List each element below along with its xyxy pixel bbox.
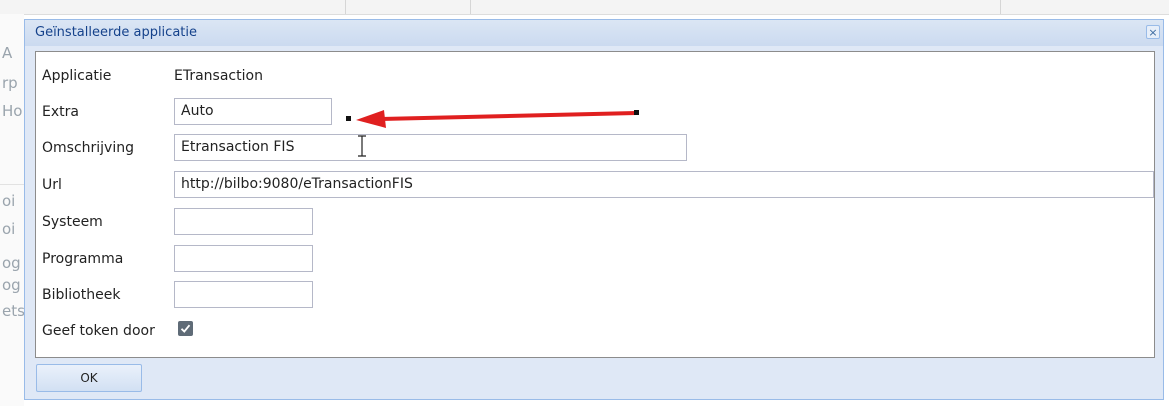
background-text-fragment: Ho [2,102,23,120]
url-label: Url [42,177,62,193]
applicatie-value: ETransaction [174,68,263,84]
form-row-applicatie: Applicatie ETransaction [36,62,1154,92]
systeem-label: Systeem [42,214,103,230]
geef-token-label: Geef token door [42,323,155,339]
form-row-systeem: Systeem [36,208,1154,238]
form-panel: Applicatie ETransaction Extra Auto Omsch… [35,51,1155,358]
background-text-fragment: rp [2,74,18,92]
extra-label: Extra [42,104,79,120]
bibliotheek-label: Bibliotheek [42,287,121,303]
systeem-input[interactable] [174,208,313,235]
ok-button[interactable]: OK [36,364,142,392]
red-arrow-icon [346,110,639,128]
background-text-fragment: og [2,254,21,272]
background-toolbar [0,0,1169,15]
form-row-geef-token: Geef token door [36,317,1154,347]
checkmark-icon [180,324,191,333]
close-icon: × [1148,26,1158,39]
url-input[interactable]: http://bilbo:9080/eTransactionFIS [174,171,1154,198]
programma-input[interactable] [174,245,313,272]
omschrijving-label: Omschrijving [42,140,134,156]
dialog-titlebar[interactable]: Geïnstalleerde applicatie × [25,20,1163,46]
text-cursor-icon [358,135,366,157]
dialog-title: Geïnstalleerde applicatie [35,25,197,40]
form-row-programma: Programma [36,245,1154,275]
geef-token-checkbox[interactable] [178,321,193,336]
bibliotheek-input[interactable] [174,281,313,308]
omschrijving-input[interactable]: Etransaction FIS [174,134,687,161]
background-text-fragment: A [2,44,13,62]
close-button[interactable]: × [1146,25,1160,39]
extra-input[interactable]: Auto [174,98,332,125]
background-text-fragment: ets [2,302,25,320]
form-row-omschrijving: Omschrijving Etransaction FIS [36,134,1154,164]
background-text-fragment: oi [2,220,16,238]
installed-application-dialog: Geïnstalleerde applicatie × Applicatie E… [24,19,1164,400]
form-row-bibliotheek: Bibliotheek [36,281,1154,311]
background-app-strip: A rp Ho oi oi og og ets [0,14,25,406]
background-text-fragment: oi [2,192,16,210]
programma-label: Programma [42,251,124,267]
applicatie-label: Applicatie [42,68,112,84]
background-text-fragment: og [2,276,21,294]
form-row-url: Url http://bilbo:9080/eTransactionFIS [36,171,1154,201]
